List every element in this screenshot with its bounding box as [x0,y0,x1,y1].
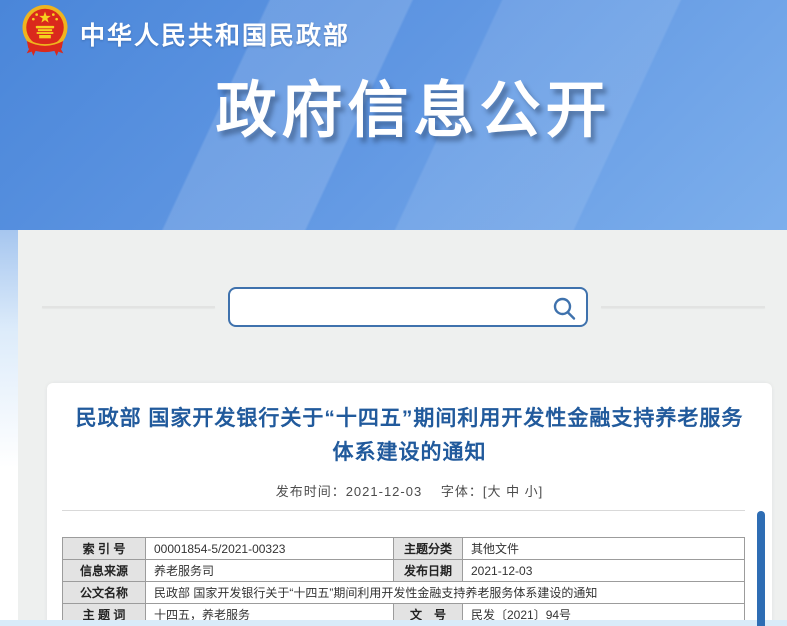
table-row: 信息来源 养老服务司 发布日期 2021-12-03 [63,560,745,582]
table-row: 索 引 号 00001854-5/2021-00323 主题分类 其他文件 [63,538,745,560]
document-title: 民政部 国家开发银行关于“十四五”期间利用开发性金融支持养老服务体系建设的通知 [75,402,744,470]
document-meta: 发布时间：2021-12-03 字体：[大 中 小] [47,481,772,500]
left-fade-strip [0,230,18,626]
font-size-switcher[interactable]: [大 中 小] [483,484,543,499]
title-divider [62,510,745,511]
source-label: 信息来源 [63,560,146,582]
article-card: 民政部 国家开发银行关于“十四五”期间利用开发性金融支持养老服务体系建设的通知 … [47,383,772,626]
divider-line-right [601,306,765,308]
national-emblem-icon [20,3,70,57]
search-box [228,287,588,327]
table-row: 公文名称 民政部 国家开发银行关于“十四五”期间利用开发性金融支持养老服务体系建… [63,582,745,604]
index-label: 索 引 号 [63,538,146,560]
search-input[interactable] [230,289,586,325]
category-label: 主题分类 [394,538,463,560]
publish-time: 发布时间：2021-12-03 [276,484,423,499]
docname-value: 民政部 国家开发银行关于“十四五”期间利用开发性金融支持养老服务体系建设的通知 [146,582,745,604]
font-size-label: 字体： [441,484,483,499]
page: 中华人民共和国民政部 政府信息公开 民政部 国家开发银行关于“十四五”期间利用开… [0,0,787,626]
source-value: 养老服务司 [146,560,394,582]
document-info-table: 索 引 号 00001854-5/2021-00323 主题分类 其他文件 信息… [62,537,745,626]
index-value: 00001854-5/2021-00323 [146,538,394,560]
docname-label: 公文名称 [63,582,146,604]
vertical-scrollbar[interactable] [757,511,765,626]
category-value: 其他文件 [463,538,745,560]
divider-line-left [42,306,215,308]
site-name: 中华人民共和国民政部 [80,16,350,52]
site-banner: 中华人民共和国民政部 政府信息公开 [0,0,787,230]
date-value: 2021-12-03 [463,560,745,582]
bottom-strip [0,620,787,626]
page-title: 政府信息公开 [0,60,787,149]
date-label: 发布日期 [394,560,463,582]
search-icon[interactable] [551,295,577,321]
